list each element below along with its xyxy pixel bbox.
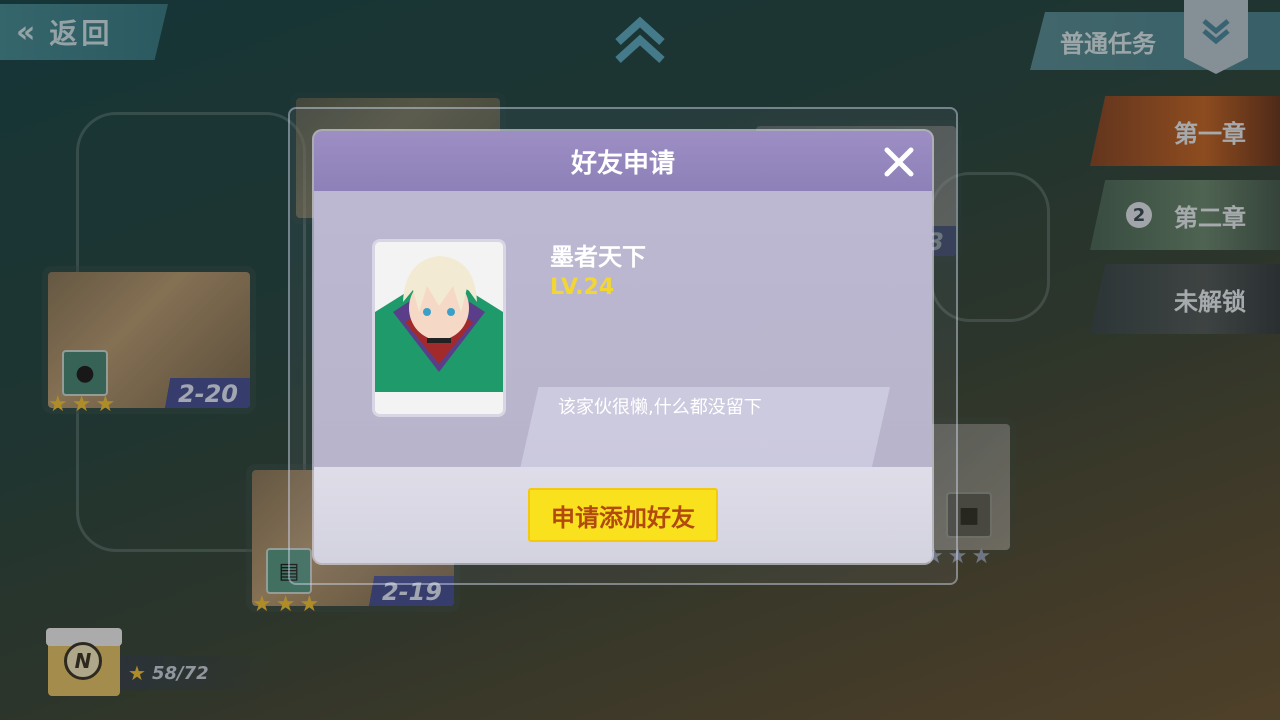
- add-friend-button[interactable]: 申请添加好友: [528, 488, 718, 542]
- dialog-title: 好友申请: [570, 148, 675, 179]
- player-avatar[interactable]: [372, 239, 506, 417]
- close-icon[interactable]: [882, 145, 916, 179]
- friend-request-dialog: 好友申请 墨者天下 LV.24 该家伙很懒,什么都没留下 申请添加好友: [314, 131, 932, 563]
- player-signature: 该家伙很懒,什么都没留下: [558, 397, 762, 418]
- player-portrait: [375, 242, 503, 414]
- player-name: 墨者天下: [550, 243, 646, 271]
- dialog-header: 好友申请: [314, 131, 932, 191]
- dialog-footer: 申请添加好友: [314, 467, 932, 563]
- player-level: LV.24: [550, 275, 615, 300]
- dialog-body: 墨者天下 LV.24 该家伙很懒,什么都没留下: [314, 191, 932, 469]
